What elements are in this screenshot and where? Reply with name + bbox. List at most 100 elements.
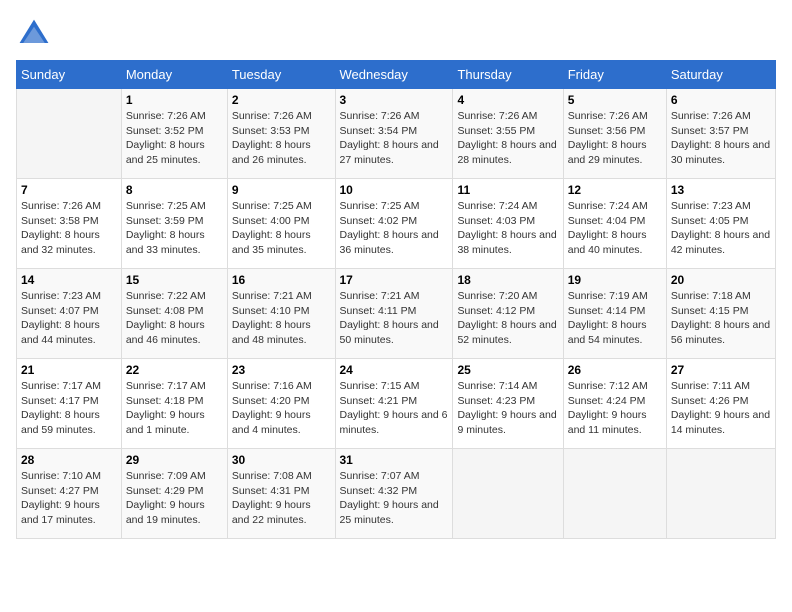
calendar-cell: 19 Sunrise: 7:19 AMSunset: 4:14 PMDaylig… (563, 269, 666, 359)
day-info: Sunrise: 7:07 AMSunset: 4:32 PMDaylight:… (340, 469, 449, 528)
day-info: Sunrise: 7:09 AMSunset: 4:29 PMDaylight:… (126, 469, 223, 528)
day-info: Sunrise: 7:24 AMSunset: 4:04 PMDaylight:… (568, 199, 662, 258)
calendar-header-row: SundayMondayTuesdayWednesdayThursdayFrid… (17, 61, 776, 89)
day-number: 17 (340, 273, 449, 287)
calendar-cell: 23 Sunrise: 7:16 AMSunset: 4:20 PMDaylig… (227, 359, 335, 449)
calendar-cell: 28 Sunrise: 7:10 AMSunset: 4:27 PMDaylig… (17, 449, 122, 539)
header-friday: Friday (563, 61, 666, 89)
header (16, 16, 776, 52)
day-number: 31 (340, 453, 449, 467)
day-info: Sunrise: 7:26 AMSunset: 3:52 PMDaylight:… (126, 109, 223, 168)
day-info: Sunrise: 7:14 AMSunset: 4:23 PMDaylight:… (457, 379, 558, 438)
calendar-cell: 5 Sunrise: 7:26 AMSunset: 3:56 PMDayligh… (563, 89, 666, 179)
calendar-cell: 21 Sunrise: 7:17 AMSunset: 4:17 PMDaylig… (17, 359, 122, 449)
calendar-cell: 25 Sunrise: 7:14 AMSunset: 4:23 PMDaylig… (453, 359, 563, 449)
day-info: Sunrise: 7:26 AMSunset: 3:58 PMDaylight:… (21, 199, 117, 258)
day-number: 28 (21, 453, 117, 467)
week-row-4: 21 Sunrise: 7:17 AMSunset: 4:17 PMDaylig… (17, 359, 776, 449)
day-number: 20 (671, 273, 771, 287)
day-info: Sunrise: 7:21 AMSunset: 4:10 PMDaylight:… (232, 289, 331, 348)
calendar-cell: 20 Sunrise: 7:18 AMSunset: 4:15 PMDaylig… (666, 269, 775, 359)
day-info: Sunrise: 7:26 AMSunset: 3:56 PMDaylight:… (568, 109, 662, 168)
day-info: Sunrise: 7:21 AMSunset: 4:11 PMDaylight:… (340, 289, 449, 348)
header-tuesday: Tuesday (227, 61, 335, 89)
day-info: Sunrise: 7:25 AMSunset: 4:00 PMDaylight:… (232, 199, 331, 258)
header-monday: Monday (121, 61, 227, 89)
day-number: 29 (126, 453, 223, 467)
day-number: 26 (568, 363, 662, 377)
calendar-cell: 2 Sunrise: 7:26 AMSunset: 3:53 PMDayligh… (227, 89, 335, 179)
calendar-cell: 18 Sunrise: 7:20 AMSunset: 4:12 PMDaylig… (453, 269, 563, 359)
calendar-cell: 4 Sunrise: 7:26 AMSunset: 3:55 PMDayligh… (453, 89, 563, 179)
day-info: Sunrise: 7:08 AMSunset: 4:31 PMDaylight:… (232, 469, 331, 528)
day-number: 10 (340, 183, 449, 197)
header-thursday: Thursday (453, 61, 563, 89)
day-info: Sunrise: 7:10 AMSunset: 4:27 PMDaylight:… (21, 469, 117, 528)
day-info: Sunrise: 7:25 AMSunset: 4:02 PMDaylight:… (340, 199, 449, 258)
day-info: Sunrise: 7:26 AMSunset: 3:55 PMDaylight:… (457, 109, 558, 168)
header-wednesday: Wednesday (335, 61, 453, 89)
day-number: 1 (126, 93, 223, 107)
calendar-cell: 7 Sunrise: 7:26 AMSunset: 3:58 PMDayligh… (17, 179, 122, 269)
calendar-table: SundayMondayTuesdayWednesdayThursdayFrid… (16, 60, 776, 539)
logo-icon (16, 16, 52, 52)
calendar-cell: 15 Sunrise: 7:22 AMSunset: 4:08 PMDaylig… (121, 269, 227, 359)
week-row-3: 14 Sunrise: 7:23 AMSunset: 4:07 PMDaylig… (17, 269, 776, 359)
day-info: Sunrise: 7:26 AMSunset: 3:53 PMDaylight:… (232, 109, 331, 168)
day-number: 19 (568, 273, 662, 287)
calendar-cell: 11 Sunrise: 7:24 AMSunset: 4:03 PMDaylig… (453, 179, 563, 269)
calendar-cell: 6 Sunrise: 7:26 AMSunset: 3:57 PMDayligh… (666, 89, 775, 179)
day-number: 22 (126, 363, 223, 377)
calendar-cell: 10 Sunrise: 7:25 AMSunset: 4:02 PMDaylig… (335, 179, 453, 269)
calendar-cell: 16 Sunrise: 7:21 AMSunset: 4:10 PMDaylig… (227, 269, 335, 359)
day-number: 5 (568, 93, 662, 107)
calendar-cell: 14 Sunrise: 7:23 AMSunset: 4:07 PMDaylig… (17, 269, 122, 359)
day-info: Sunrise: 7:15 AMSunset: 4:21 PMDaylight:… (340, 379, 449, 438)
calendar-cell: 30 Sunrise: 7:08 AMSunset: 4:31 PMDaylig… (227, 449, 335, 539)
calendar-cell: 24 Sunrise: 7:15 AMSunset: 4:21 PMDaylig… (335, 359, 453, 449)
day-number: 6 (671, 93, 771, 107)
day-number: 9 (232, 183, 331, 197)
day-info: Sunrise: 7:23 AMSunset: 4:05 PMDaylight:… (671, 199, 771, 258)
day-number: 12 (568, 183, 662, 197)
day-number: 18 (457, 273, 558, 287)
calendar-cell: 27 Sunrise: 7:11 AMSunset: 4:26 PMDaylig… (666, 359, 775, 449)
day-number: 4 (457, 93, 558, 107)
day-info: Sunrise: 7:19 AMSunset: 4:14 PMDaylight:… (568, 289, 662, 348)
calendar-cell: 3 Sunrise: 7:26 AMSunset: 3:54 PMDayligh… (335, 89, 453, 179)
day-number: 13 (671, 183, 771, 197)
day-info: Sunrise: 7:17 AMSunset: 4:17 PMDaylight:… (21, 379, 117, 438)
calendar-cell: 29 Sunrise: 7:09 AMSunset: 4:29 PMDaylig… (121, 449, 227, 539)
calendar-cell: 8 Sunrise: 7:25 AMSunset: 3:59 PMDayligh… (121, 179, 227, 269)
day-number: 3 (340, 93, 449, 107)
day-number: 7 (21, 183, 117, 197)
week-row-5: 28 Sunrise: 7:10 AMSunset: 4:27 PMDaylig… (17, 449, 776, 539)
header-saturday: Saturday (666, 61, 775, 89)
calendar-cell: 22 Sunrise: 7:17 AMSunset: 4:18 PMDaylig… (121, 359, 227, 449)
day-info: Sunrise: 7:18 AMSunset: 4:15 PMDaylight:… (671, 289, 771, 348)
day-info: Sunrise: 7:16 AMSunset: 4:20 PMDaylight:… (232, 379, 331, 438)
day-number: 8 (126, 183, 223, 197)
calendar-cell (17, 89, 122, 179)
day-number: 21 (21, 363, 117, 377)
day-number: 24 (340, 363, 449, 377)
day-number: 14 (21, 273, 117, 287)
day-info: Sunrise: 7:17 AMSunset: 4:18 PMDaylight:… (126, 379, 223, 438)
day-info: Sunrise: 7:12 AMSunset: 4:24 PMDaylight:… (568, 379, 662, 438)
day-number: 2 (232, 93, 331, 107)
week-row-2: 7 Sunrise: 7:26 AMSunset: 3:58 PMDayligh… (17, 179, 776, 269)
calendar-cell (453, 449, 563, 539)
calendar-cell: 1 Sunrise: 7:26 AMSunset: 3:52 PMDayligh… (121, 89, 227, 179)
logo (16, 16, 56, 52)
header-sunday: Sunday (17, 61, 122, 89)
day-info: Sunrise: 7:26 AMSunset: 3:54 PMDaylight:… (340, 109, 449, 168)
calendar-cell: 17 Sunrise: 7:21 AMSunset: 4:11 PMDaylig… (335, 269, 453, 359)
day-number: 11 (457, 183, 558, 197)
day-number: 27 (671, 363, 771, 377)
day-info: Sunrise: 7:22 AMSunset: 4:08 PMDaylight:… (126, 289, 223, 348)
calendar-cell: 13 Sunrise: 7:23 AMSunset: 4:05 PMDaylig… (666, 179, 775, 269)
day-number: 15 (126, 273, 223, 287)
week-row-1: 1 Sunrise: 7:26 AMSunset: 3:52 PMDayligh… (17, 89, 776, 179)
day-number: 23 (232, 363, 331, 377)
day-info: Sunrise: 7:26 AMSunset: 3:57 PMDaylight:… (671, 109, 771, 168)
